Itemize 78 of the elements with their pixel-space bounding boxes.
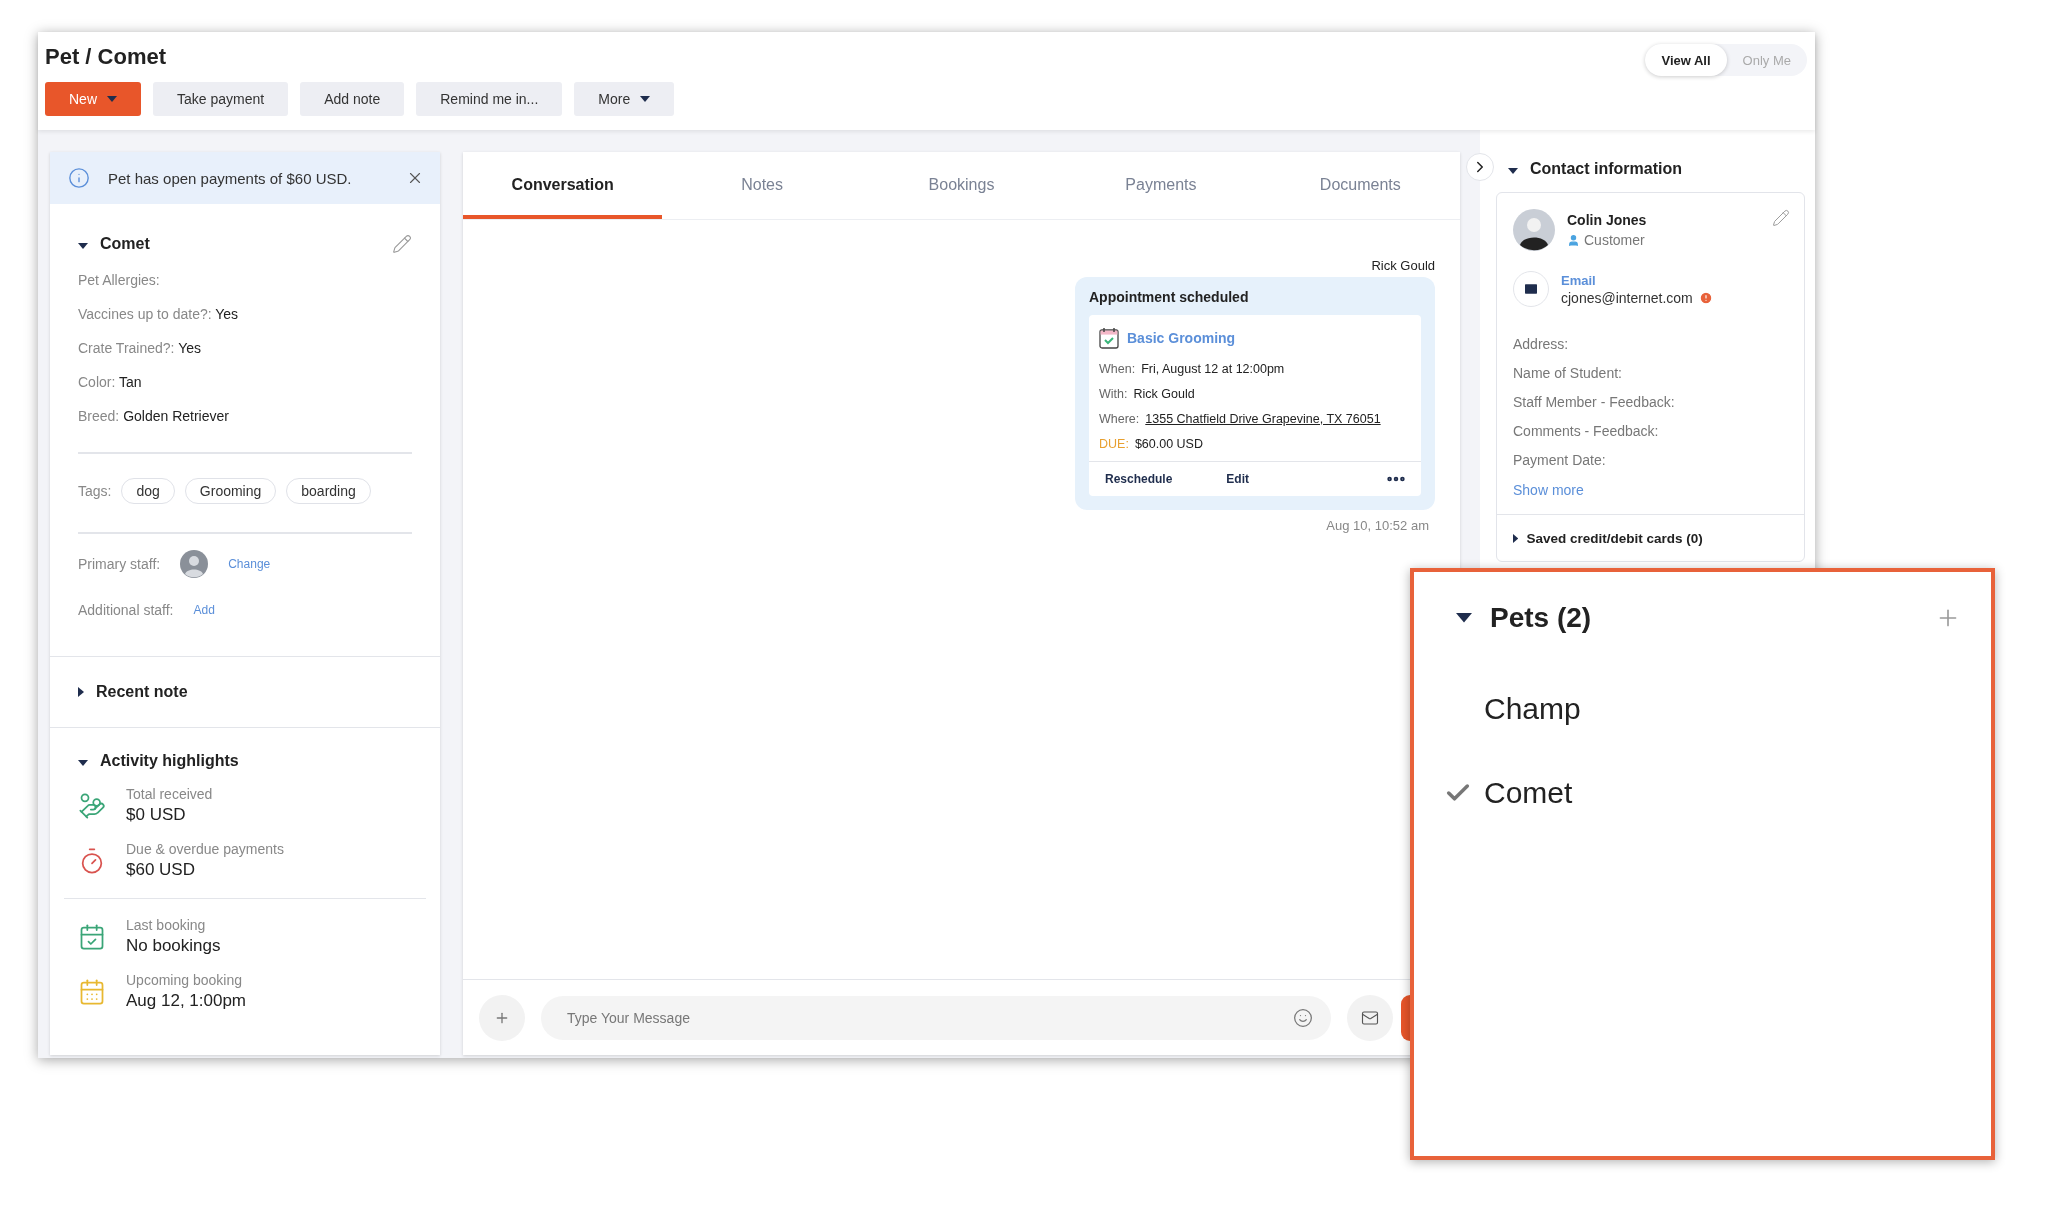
pet-field: Pet Allergies: [78,272,412,288]
email-address: cjones@internet.com [1561,289,1693,306]
caret-right-icon[interactable] [78,687,84,697]
section-title: Activity highlights [100,752,240,770]
message-time: Aug 10, 10:52 am [1326,518,1429,533]
card-action[interactable]: Edit [1226,468,1250,490]
message-field[interactable]: Type Your Message [541,995,1331,1040]
detail-label: When: [1099,362,1136,376]
detail-value: $60.00 USD [1134,437,1203,451]
action-button[interactable]: More [574,82,675,116]
calendar-check-icon [1099,327,1119,349]
activity-value: $0 USD [126,805,187,825]
contact-field: Name of Student: [1513,365,1790,381]
activity-value: Aug 12, 1:00pm [126,991,247,1011]
pet-field: Vaccines up to date?: Yes [78,306,412,322]
detail-label: DUE: [1099,437,1129,451]
activity-value: No bookings [126,936,221,956]
new-button[interactable]: New [45,82,141,116]
section-title: Saved credit/debit cards (0) [1526,530,1703,546]
caret-right-icon[interactable] [1513,534,1519,543]
calendar-check-icon [78,922,106,951]
send-button[interactable] [1401,994,1410,1041]
edit-icon[interactable] [1772,209,1790,227]
section-title: Contact information [1530,160,1683,178]
email-label: Email [1561,272,1597,288]
contact-field: Address: [1513,336,1790,352]
pets-title: Pets (2) [1490,602,1593,634]
activity-value: $60 USD [126,860,196,880]
message-title: Appointment scheduled [1089,289,1250,305]
caret-down-icon[interactable] [78,760,88,766]
pet-field: Crate Trained?: Yes [78,340,412,356]
money-hand-icon [78,791,106,820]
address-link[interactable]: 1355 Chatfield Drive Grapevine, TX 76051 [1145,412,1381,426]
action-button[interactable]: Take payment [153,82,289,116]
card-action[interactable]: Reschedule [1105,468,1173,490]
caret-down-icon[interactable] [640,96,651,102]
calendar-icon [78,977,106,1006]
tab[interactable]: Documents [1260,152,1461,219]
activity-label: Due & overdue payments [126,841,284,857]
tags-label: Tags: [78,483,112,499]
tab[interactable]: Conversation [463,152,663,219]
avatar-icon [180,550,209,578]
expand-button[interactable] [1466,153,1494,181]
caret-down-icon[interactable] [78,243,88,249]
detail-label: Where: [1099,412,1140,426]
page-title: Pet / Comet [45,44,168,70]
caret-down-icon[interactable] [1456,613,1472,623]
contact-role: Customer [1584,232,1645,248]
pet-field: Color: Tan [78,374,412,390]
sender-name: Rick Gould [1371,258,1435,273]
staff-label: Additional staff: [78,602,174,618]
avatar-icon [1513,209,1555,251]
staff-label: Primary staff: [78,556,161,572]
activity-label: Last booking [126,917,207,933]
contact-field: Comments - Feedback: [1513,423,1790,439]
caret-down-icon[interactable] [1508,168,1518,174]
contact-name: Colin Jones [1567,212,1648,228]
section-title: Comet [100,235,151,253]
alert-text: Pet has open payments of $60 USD. [108,169,353,187]
person-icon [1567,233,1580,247]
pet-item[interactable]: Champ [1444,692,1961,726]
email-button[interactable] [1347,994,1393,1041]
action-button[interactable]: Add note [300,82,405,116]
emoji-icon[interactable] [1293,1007,1313,1028]
detail-label: With: [1099,387,1128,401]
section-title: Recent note [96,683,189,701]
detail-value: Fri, August 12 at 12:00pm [1141,362,1285,376]
pet-field: Breed: Golden Retriever [78,408,412,424]
activity-label: Total received [126,786,213,802]
message-input[interactable]: Type Your Message [565,1008,1293,1027]
action-button[interactable]: Remind me in... [416,82,563,116]
pet-item[interactable]: Comet [1444,776,1961,810]
contact-field: Payment Date: [1513,452,1790,468]
info-icon [68,167,90,189]
activity-label: Upcoming booking [126,972,243,988]
detail-value: Rick Gould [1133,387,1195,401]
toggle-option[interactable]: View All [1645,44,1727,76]
contact-field: Staff Member - Feedback: [1513,394,1790,410]
